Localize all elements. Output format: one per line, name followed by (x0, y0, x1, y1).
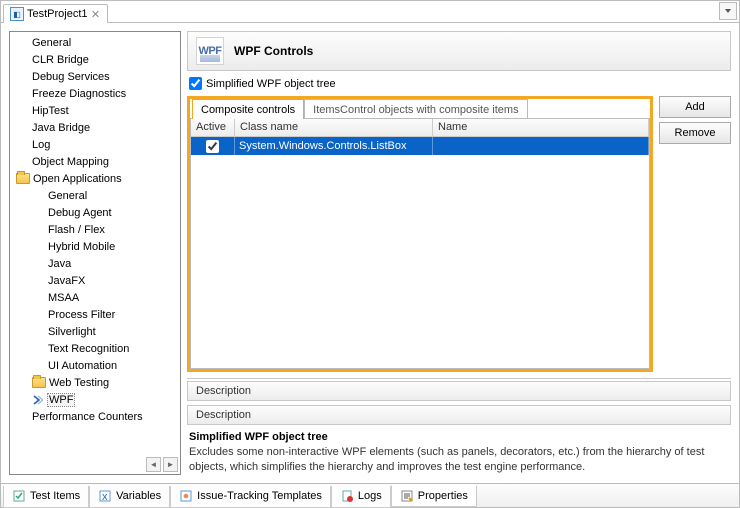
tree-item[interactable]: UI Automation (10, 357, 180, 374)
test-items-icon (12, 489, 26, 503)
project-tab-label: TestProject1 (27, 8, 88, 20)
cell-active[interactable] (191, 137, 235, 155)
tree-item[interactable]: Freeze Diagnostics (10, 85, 180, 102)
grid-body: System.Windows.Controls.ListBox (191, 137, 649, 368)
wpf-logo-icon: WPF (196, 37, 224, 65)
tree-item[interactable]: Process Filter (10, 306, 180, 323)
tree-item[interactable]: MSAA (10, 289, 180, 306)
svg-text:x: x (102, 491, 108, 503)
grid-buttons: Add Remove (659, 96, 731, 372)
variables-icon: x (98, 489, 112, 503)
description-zone: Description Description Simplified WPF o… (187, 378, 731, 475)
simplified-wpf-checkbox[interactable] (189, 77, 202, 90)
row-active-checkbox[interactable] (206, 140, 219, 153)
inner-tabbar: Composite controls ItemsControl objects … (190, 99, 650, 119)
tree-item[interactable]: Object Mapping (10, 153, 180, 170)
description-body: Simplified WPF object tree Excludes some… (187, 429, 731, 475)
page-header: WPF WPF Controls (187, 31, 731, 71)
tree-item-web-testing[interactable]: Web Testing (10, 374, 180, 391)
project-tab[interactable]: ◧ TestProject1 ✕ (3, 4, 108, 23)
tree-item[interactable]: Silverlight (10, 323, 180, 340)
add-button[interactable]: Add (659, 96, 731, 118)
tab-issue-tracking[interactable]: Issue-Tracking Templates (170, 486, 331, 508)
composite-controls-zone: Composite controls ItemsControl objects … (187, 96, 653, 372)
tab-logs[interactable]: Logs (331, 486, 391, 508)
remove-button[interactable]: Remove (659, 122, 731, 144)
window: ◧ TestProject1 ✕ General CLR Bridge Debu… (0, 0, 740, 508)
tree-item[interactable]: Debug Agent (10, 204, 180, 221)
tree-item[interactable]: CLR Bridge (10, 51, 180, 68)
col-active[interactable]: Active (191, 119, 235, 136)
bottom-tabbar: Test Items x Variables Issue-Tracking Te… (1, 483, 739, 507)
tree-item[interactable]: HipTest (10, 102, 180, 119)
cell-classname[interactable]: System.Windows.Controls.ListBox (235, 137, 433, 155)
properties-icon (400, 489, 414, 503)
tab-composite-controls[interactable]: Composite controls (192, 99, 304, 119)
tab-variables[interactable]: x Variables (89, 486, 170, 508)
description-title: Simplified WPF object tree (189, 431, 729, 443)
simplified-wpf-label: Simplified WPF object tree (206, 78, 336, 90)
tree-item[interactable]: Performance Counters (10, 408, 180, 425)
settings-tree[interactable]: General CLR Bridge Debug Services Freeze… (10, 32, 180, 457)
col-name[interactable]: Name (433, 119, 649, 136)
controls-body: Composite controls ItemsControl objects … (187, 96, 731, 372)
settings-tree-panel: General CLR Bridge Debug Services Freeze… (9, 31, 181, 475)
close-icon[interactable]: ✕ (91, 9, 101, 19)
description-header: Description (187, 381, 731, 401)
tab-test-items[interactable]: Test Items (3, 486, 89, 508)
description-text: Excludes some non-interactive WPF elemen… (189, 445, 729, 475)
col-classname[interactable]: Class name (235, 119, 433, 136)
folder-open-icon (16, 173, 30, 184)
cell-name[interactable] (433, 137, 649, 155)
tree-item-open-applications[interactable]: Open Applications (10, 170, 180, 187)
scroll-left-button[interactable]: ◄ (146, 457, 161, 472)
tree-item[interactable]: Java Bridge (10, 119, 180, 136)
tree-item[interactable]: Java (10, 255, 180, 272)
controls-grid[interactable]: Active Class name Name System.Windows.Co… (190, 118, 650, 369)
grid-header: Active Class name Name (191, 119, 649, 137)
folder-open-icon (32, 377, 46, 388)
project-icon: ◧ (10, 7, 24, 21)
description-header-2: Description (187, 405, 731, 425)
sidebar-scroll-controls: ◄ ► (10, 457, 180, 474)
tree-item[interactable]: General (10, 187, 180, 204)
page-title: WPF Controls (234, 44, 313, 58)
tree-item[interactable]: Hybrid Mobile (10, 238, 180, 255)
arrow-right-icon (32, 394, 44, 406)
scroll-right-button[interactable]: ► (163, 457, 178, 472)
issue-tracking-icon (179, 489, 193, 503)
tree-item[interactable]: Debug Services (10, 68, 180, 85)
tree-item-wpf[interactable]: WPF (10, 391, 180, 408)
content-area: WPF WPF Controls Simplified WPF object t… (187, 31, 731, 475)
tab-properties[interactable]: Properties (391, 485, 477, 507)
tab-itemscontrol[interactable]: ItemsControl objects with composite item… (304, 99, 527, 119)
tree-item[interactable]: JavaFX (10, 272, 180, 289)
tabbar-dropdown-button[interactable] (719, 2, 737, 20)
simplified-wpf-checkbox-row[interactable]: Simplified WPF object tree (187, 77, 731, 90)
logs-icon (340, 489, 354, 503)
main-area: General CLR Bridge Debug Services Freeze… (1, 23, 739, 483)
tree-item[interactable]: Log (10, 136, 180, 153)
document-tabbar: ◧ TestProject1 ✕ (1, 1, 739, 23)
table-row[interactable]: System.Windows.Controls.ListBox (191, 137, 649, 155)
tree-item[interactable]: Text Recognition (10, 340, 180, 357)
tree-item[interactable]: General (10, 34, 180, 51)
tree-item[interactable]: Flash / Flex (10, 221, 180, 238)
